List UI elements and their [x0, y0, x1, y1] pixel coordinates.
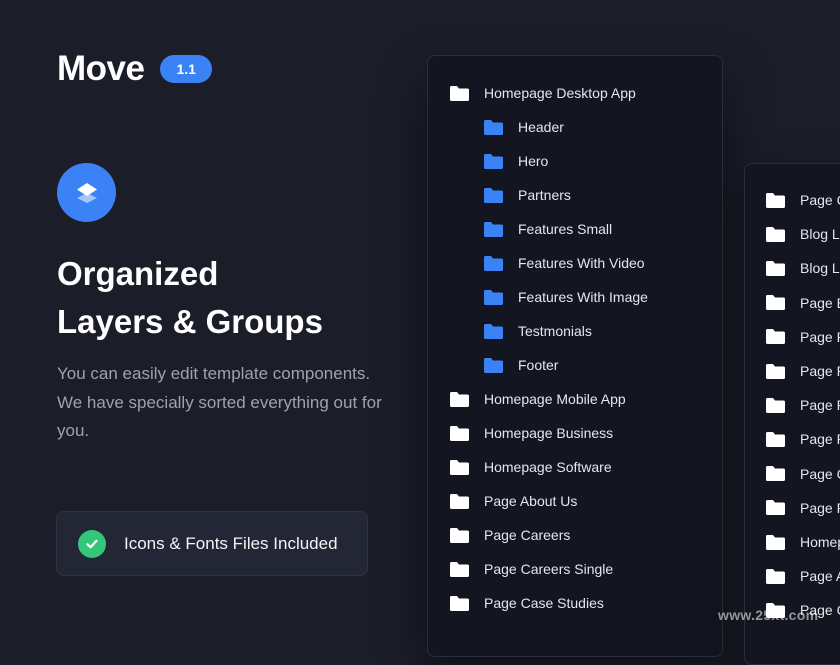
- layers-icon-badge: [57, 163, 116, 222]
- layers-icon: [76, 182, 97, 203]
- layer-label: Page About Us: [484, 493, 578, 509]
- folder-icon: [766, 500, 785, 516]
- layer-row[interactable]: Homep: [766, 532, 840, 552]
- feature-label: Icons & Fonts Files Included: [124, 533, 338, 553]
- layer-row[interactable]: Features Small: [484, 219, 612, 239]
- layer-label: Homepage Desktop App: [484, 85, 636, 101]
- folder-icon: [450, 85, 469, 101]
- layer-row[interactable]: Page Careers: [450, 525, 570, 545]
- folder-icon: [484, 119, 503, 135]
- layer-row[interactable]: Page P: [766, 429, 840, 449]
- layer-label: Page Careers: [484, 527, 571, 543]
- layer-label: Footer: [518, 357, 559, 373]
- folder-icon: [484, 221, 503, 237]
- layer-label: Header: [518, 119, 564, 135]
- folder-icon: [766, 466, 785, 482]
- layer-label: Blog Li: [800, 226, 840, 243]
- layer-row[interactable]: Header: [484, 117, 564, 137]
- layer-row[interactable]: Footer: [484, 355, 558, 375]
- brand-title: Move: [57, 49, 145, 88]
- folder-icon: [484, 255, 503, 271]
- folder-icon: [766, 329, 785, 345]
- feature-card: Icons & Fonts Files Included: [56, 511, 368, 576]
- folder-icon: [450, 561, 469, 577]
- layer-row[interactable]: Page A: [766, 566, 840, 586]
- headline-line-1: Organized: [57, 255, 219, 292]
- layer-label: Features With Video: [518, 255, 645, 271]
- layer-row[interactable]: Blog Li: [766, 258, 840, 278]
- layer-row[interactable]: Page B: [766, 293, 840, 313]
- layer-row[interactable]: Features With Video: [484, 253, 645, 273]
- layers-panel: Homepage Desktop App Header Hero Partners Fe…: [427, 55, 723, 657]
- folder-icon: [450, 425, 469, 441]
- layer-row[interactable]: Page Careers Single: [450, 559, 613, 579]
- layer-label: Page Case Studies: [484, 595, 604, 611]
- layer-row[interactable]: Page C: [766, 190, 840, 210]
- layer-label: Hero: [518, 153, 549, 169]
- layer-label: Page P: [800, 397, 840, 414]
- layer-row[interactable]: Features With Image: [484, 287, 648, 307]
- folder-icon: [766, 295, 785, 311]
- layer-label: Features Small: [518, 221, 613, 237]
- layer-row[interactable]: Testmonials: [484, 321, 592, 341]
- layer-label: Partners: [518, 187, 571, 203]
- layer-label: Page P: [800, 499, 840, 516]
- layer-label: Features With Image: [518, 289, 648, 305]
- layer-row[interactable]: Page P: [766, 327, 840, 347]
- layer-label: Testmonials: [518, 323, 592, 339]
- folder-icon: [484, 187, 503, 203]
- layer-label: Homepage Mobile App: [484, 391, 626, 407]
- layer-row[interactable]: Page P: [766, 395, 840, 415]
- layer-row[interactable]: Page P: [766, 361, 840, 381]
- folder-icon: [484, 289, 503, 305]
- folder-icon: [766, 226, 785, 242]
- layer-label: Page B: [800, 294, 840, 311]
- layer-label: Homepage Software: [484, 459, 612, 475]
- headline: Organized Layers & Groups: [57, 250, 323, 346]
- folder-icon: [450, 595, 469, 611]
- folder-icon: [484, 357, 503, 373]
- layer-row[interactable]: Hero: [484, 151, 548, 171]
- layers-panel-secondary: Page C Blog Li Blog Li Page B Page P Page P Pa…: [744, 163, 840, 665]
- watermark: www.25xt.com: [718, 607, 819, 623]
- layer-label: Page C: [800, 465, 840, 482]
- layer-label: Page P: [800, 328, 840, 345]
- description-text: You can easily edit template components.…: [57, 364, 382, 440]
- headline-line-2: Layers & Groups: [57, 303, 323, 340]
- folder-icon: [766, 363, 785, 379]
- layer-row[interactable]: Homepage Business: [450, 423, 613, 443]
- layer-row[interactable]: Homepage Mobile App: [450, 389, 626, 409]
- folder-icon: [450, 391, 469, 407]
- layer-row[interactable]: Homepage Desktop App: [450, 83, 636, 103]
- layer-label: Homepage Business: [484, 425, 614, 441]
- folder-icon: [450, 493, 469, 509]
- folder-icon: [484, 323, 503, 339]
- layer-label: Page Careers Single: [484, 561, 614, 577]
- layer-label: Page C: [800, 192, 840, 208]
- brand-header: Move 1.1: [57, 50, 212, 88]
- folder-icon: [450, 459, 469, 475]
- layer-label: Blog Li: [800, 260, 840, 277]
- layer-row[interactable]: Page Case Studies: [450, 593, 604, 613]
- folder-icon: [766, 260, 785, 276]
- layer-row[interactable]: Page C: [766, 464, 840, 484]
- folder-icon: [766, 192, 785, 208]
- layer-row[interactable]: Page P: [766, 498, 840, 518]
- layer-label: Page P: [800, 363, 840, 379]
- check-circle-icon: [78, 529, 106, 558]
- layer-label: Page A: [800, 568, 840, 585]
- layer-row[interactable]: Partners: [484, 185, 571, 205]
- layer-row[interactable]: Page About Us: [450, 491, 577, 511]
- folder-icon: [766, 431, 785, 447]
- folder-icon: [484, 153, 503, 169]
- version-badge: 1.1: [160, 55, 212, 83]
- layer-label: Page P: [800, 431, 840, 448]
- folder-icon: [766, 534, 785, 550]
- folder-icon: [766, 568, 785, 584]
- folder-icon: [450, 527, 469, 543]
- layer-label: Homep: [800, 534, 840, 550]
- layer-row[interactable]: Blog Li: [766, 224, 840, 244]
- folder-icon: [766, 397, 785, 413]
- layer-row[interactable]: Homepage Software: [450, 457, 612, 477]
